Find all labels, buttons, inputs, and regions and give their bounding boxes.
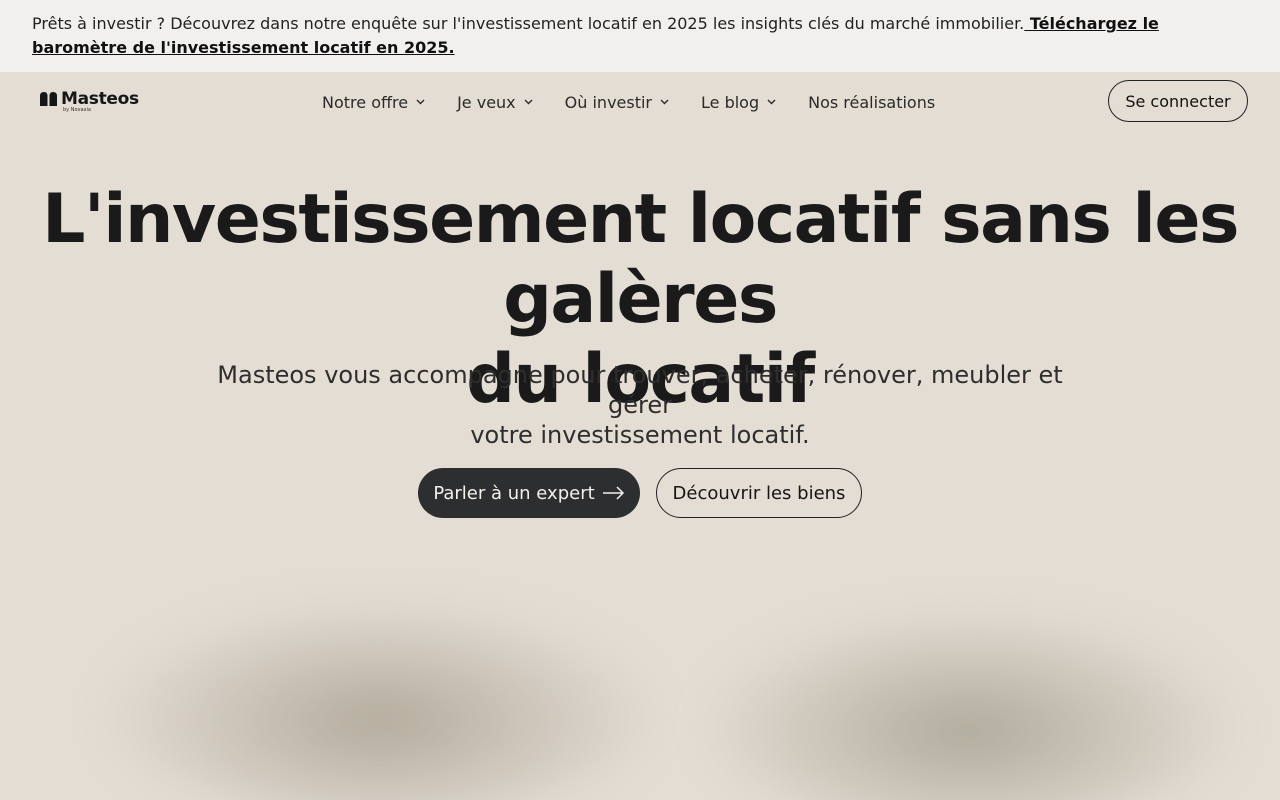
hero-image-blurred-right: [700, 610, 1240, 800]
nav-item-label: Je veux: [457, 92, 516, 112]
talk-to-expert-label: Parler à un expert: [433, 482, 595, 504]
masteos-logo[interactable]: Masteos by Novaxia: [40, 89, 139, 113]
logo-wordmark: Masteos: [61, 89, 139, 109]
nav-item-je-veux[interactable]: Je veux: [457, 93, 533, 112]
talk-to-expert-button[interactable]: Parler à un expert: [418, 468, 640, 518]
logo-mark-icon: [40, 92, 57, 106]
nav-item-label: Où investir: [564, 92, 653, 112]
main-navigation: Masteos by Novaxia Notre offre Je veux O…: [0, 72, 1280, 132]
chevron-down-icon: [660, 99, 669, 105]
banner-text: Prêts à investir ? Découvrez dans notre …: [32, 14, 1025, 33]
chevron-down-icon: [767, 99, 776, 105]
chevron-down-icon: [416, 99, 425, 105]
nav-item-le-blog[interactable]: Le blog: [701, 93, 776, 112]
login-button[interactable]: Se connecter: [1108, 80, 1248, 122]
hero-cta-group: Parler à un expert Découvrir les biens: [418, 468, 862, 518]
arrow-right-icon: [602, 486, 624, 500]
chevron-down-icon: [524, 99, 533, 105]
nav-item-label: Le blog: [701, 92, 760, 112]
hero-title-line1: L'investissement locatif sans les galère…: [42, 180, 1239, 339]
nav-item-notre-offre[interactable]: Notre offre: [322, 93, 425, 112]
hero-image-blurred-left: [100, 600, 660, 800]
hero-subtitle-line1: Masteos vous accompagne pour trouver, ac…: [217, 361, 1063, 419]
nav-item-nos-realisations[interactable]: Nos réalisations: [808, 93, 935, 112]
nav-menu: Notre offre Je veux Où investir Le blog …: [322, 90, 967, 114]
hero-subtitle-line2: votre investissement locatif.: [470, 421, 810, 449]
nav-item-label: Nos réalisations: [808, 92, 936, 112]
hero-subtitle: Masteos vous accompagne pour trouver, ac…: [200, 360, 1080, 450]
announcement-banner: Prêts à investir ? Découvrez dans notre …: [0, 0, 1280, 72]
discover-properties-button[interactable]: Découvrir les biens: [656, 468, 862, 518]
nav-item-ou-investir[interactable]: Où investir: [565, 93, 669, 112]
nav-item-label: Notre offre: [322, 92, 409, 112]
